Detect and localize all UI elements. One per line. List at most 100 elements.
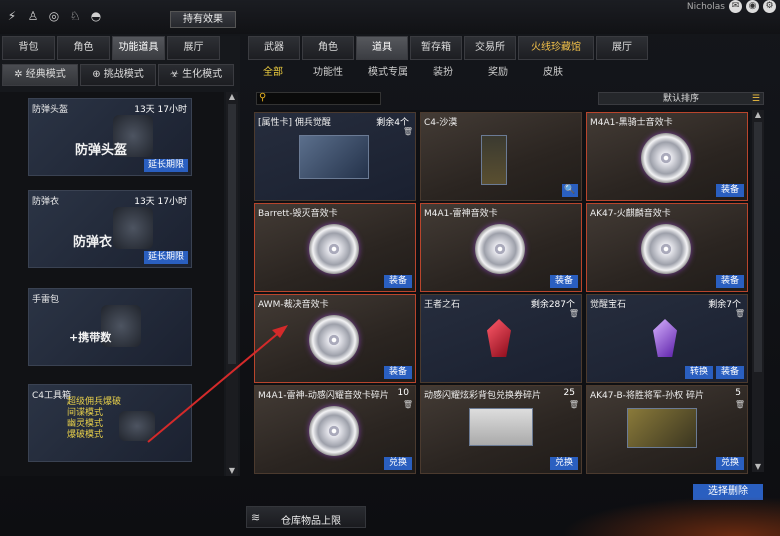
subtab-functional[interactable]: 功能性: [298, 62, 358, 84]
left-panel: 背包 角色 功能道具 展厅 ✲ 经典模式 ⊕ 挑战模式 ☣ 生化模式 防弹头盔 …: [0, 36, 240, 476]
convert-button[interactable]: 转换: [685, 366, 713, 379]
equip-button[interactable]: 装备: [716, 275, 744, 288]
shield-icon: ⊕: [92, 69, 101, 80]
tab-functional-items[interactable]: 功能道具: [112, 36, 165, 60]
right-tabs: 武器 角色 道具 暂存箱 交易所 火线珍藏馆 展厅: [248, 36, 648, 60]
item-big-label: 防弹衣: [73, 235, 113, 250]
scroll-down-icon[interactable]: ▼: [227, 466, 237, 476]
subtab-all[interactable]: 全部: [248, 62, 298, 84]
effect-button[interactable]: 持有效果: [170, 11, 236, 28]
item-card[interactable]: Barrett-毁灭音效卡 装备: [254, 203, 416, 292]
list-item[interactable]: 防弹头盔 13天 17小时 防弹头盔 延长期限: [28, 98, 192, 176]
sort-dropdown[interactable]: 默认排序 ☰: [598, 92, 764, 105]
item-card[interactable]: 觉醒宝石 剩余7个 🗑 转换 装备: [586, 294, 748, 383]
item-card[interactable]: AK47-B-将胜将军-孙权 碎片 5 🗑 兑换: [586, 385, 748, 474]
tab-characters[interactable]: 角色: [302, 36, 354, 60]
tab-storage[interactable]: 暂存箱: [410, 36, 462, 60]
item-card[interactable]: M4A1-黑骑士音效卡 装备: [586, 112, 748, 201]
extend-button[interactable]: 延长期限: [144, 159, 188, 172]
sound-disc-image: [309, 315, 359, 365]
card-title: AWM-裁决音效卡: [258, 300, 329, 310]
tab-bag[interactable]: 背包: [2, 36, 55, 60]
lightning-icon[interactable]: ⚡: [4, 8, 20, 24]
mode-challenge[interactable]: ⊕ 挑战模式: [80, 64, 156, 86]
redeem-button[interactable]: 兑换: [716, 457, 744, 470]
sort-label: 默认排序: [662, 94, 699, 104]
item-card[interactable]: M4A1-雷神-动感闪耀音效卡碎片 10 🗑 兑换: [254, 385, 416, 474]
left-tabs: 背包 角色 功能道具 展厅: [2, 36, 220, 60]
subtab-dressup[interactable]: 装扮: [418, 62, 468, 84]
equip-button[interactable]: 装备: [716, 184, 744, 197]
subtab-skins[interactable]: 皮肤: [528, 62, 578, 84]
item-card[interactable]: 动感闪耀炫彩背包兑换券碎片 25 🗑 兑换: [420, 385, 582, 474]
search-input[interactable]: ⚲: [256, 92, 381, 105]
tab-items[interactable]: 道具: [356, 36, 408, 60]
red-gem-image: [487, 319, 511, 357]
item-card[interactable]: C4-沙漠 🔍: [420, 112, 582, 201]
trash-icon[interactable]: 🗑: [569, 309, 579, 318]
storage-limit-label: 仓库物品上限: [281, 516, 341, 527]
tab-showroom-right[interactable]: 展厅: [596, 36, 648, 60]
extend-button[interactable]: 延长期限: [144, 251, 188, 264]
gear-icon: ✲: [14, 69, 23, 80]
card-count: 10: [397, 388, 409, 398]
sound-disc-image: [309, 406, 359, 456]
tab-character[interactable]: 角色: [57, 36, 110, 60]
trash-icon[interactable]: 🗑: [735, 400, 745, 409]
left-scrollbar[interactable]: ▲ ▼: [226, 92, 238, 476]
item-card[interactable]: AK47-火麒麟音效卡 装备: [586, 203, 748, 292]
target-icon[interactable]: ◎: [46, 8, 62, 24]
mail-icon[interactable]: ✉: [729, 0, 742, 13]
top-bar: ⚡ ♙ ◎ ♘ ◓ 持有效果 Nicholas ✉ ◉ ⚙: [0, 0, 780, 34]
right-scrollbar[interactable]: ▲ ▼: [752, 110, 764, 472]
item-card-selected[interactable]: AWM-裁决音效卡 装备: [254, 294, 416, 383]
storage-limit-bar[interactable]: ≋ 仓库物品上限: [246, 506, 366, 528]
mode-zombie[interactable]: ☣ 生化模式: [158, 64, 234, 86]
list-item[interactable]: 手雷包 +携带数: [28, 288, 192, 366]
subtab-mode[interactable]: 模式专属: [358, 62, 418, 84]
equip-button[interactable]: 装备: [716, 366, 744, 379]
item-card[interactable]: [属性卡] 佣兵觉醒 剩余4个 🗑: [254, 112, 416, 201]
equip-button[interactable]: 装备: [384, 275, 412, 288]
card-title: M4A1-雷神音效卡: [424, 209, 498, 219]
item-card[interactable]: 王者之石 剩余287个 🗑: [420, 294, 582, 383]
tab-weapons[interactable]: 武器: [248, 36, 300, 60]
settings-icon[interactable]: ⚙: [763, 0, 776, 13]
equip-button[interactable]: 装备: [550, 275, 578, 288]
figure-icon[interactable]: ♘: [67, 8, 83, 24]
helmet-icon[interactable]: ◓: [88, 8, 104, 24]
redeem-button[interactable]: 兑换: [384, 457, 412, 470]
tab-showroom[interactable]: 展厅: [167, 36, 220, 60]
tab-exchange[interactable]: 交易所: [464, 36, 516, 60]
scroll-up-icon[interactable]: ▲: [753, 110, 763, 120]
scroll-up-icon[interactable]: ▲: [227, 92, 237, 102]
trash-icon[interactable]: 🗑: [569, 400, 579, 409]
card-title: AK47-B-将胜将军-孙权 碎片: [590, 391, 704, 401]
redeem-button[interactable]: 兑换: [550, 457, 578, 470]
trash-icon[interactable]: 🗑: [735, 309, 745, 318]
top-icons: ⚡ ♙ ◎ ♘ ◓: [4, 8, 104, 24]
mode-classic[interactable]: ✲ 经典模式: [2, 64, 78, 86]
equip-button[interactable]: 装备: [384, 366, 412, 379]
purple-gem-image: [653, 319, 677, 357]
scroll-down-icon[interactable]: ▼: [753, 462, 763, 472]
scroll-thumb[interactable]: [754, 122, 762, 372]
globe-icon[interactable]: ◉: [746, 0, 759, 13]
person-icon[interactable]: ♙: [25, 8, 41, 24]
magnify-button[interactable]: 🔍: [562, 184, 578, 197]
sub-tabs: 全部 功能性 模式专属 装扮 奖励 皮肤: [248, 62, 768, 84]
trash-icon[interactable]: 🗑: [403, 400, 413, 409]
item-name: 手雷包: [32, 295, 60, 305]
scroll-thumb[interactable]: [228, 104, 236, 364]
menu-icon[interactable]: ☰: [752, 93, 760, 105]
list-item[interactable]: C4工具箱 超级佣兵爆破 间谍模式 幽灵模式 爆破模式: [28, 384, 192, 462]
trash-icon[interactable]: 🗑: [403, 127, 413, 136]
c4-mode: 幽灵模式: [67, 419, 104, 429]
item-card[interactable]: M4A1-雷神音效卡 装备: [420, 203, 582, 292]
list-item[interactable]: 防弹衣 13天 17小时 防弹衣 延长期限: [28, 190, 192, 268]
subtab-rewards[interactable]: 奖励: [468, 62, 528, 84]
tab-collection[interactable]: 火线珍藏馆: [518, 36, 594, 60]
c4-mode: 爆破模式: [67, 430, 104, 440]
c4-image: [481, 135, 507, 185]
mode-label: 经典模式: [25, 69, 66, 80]
